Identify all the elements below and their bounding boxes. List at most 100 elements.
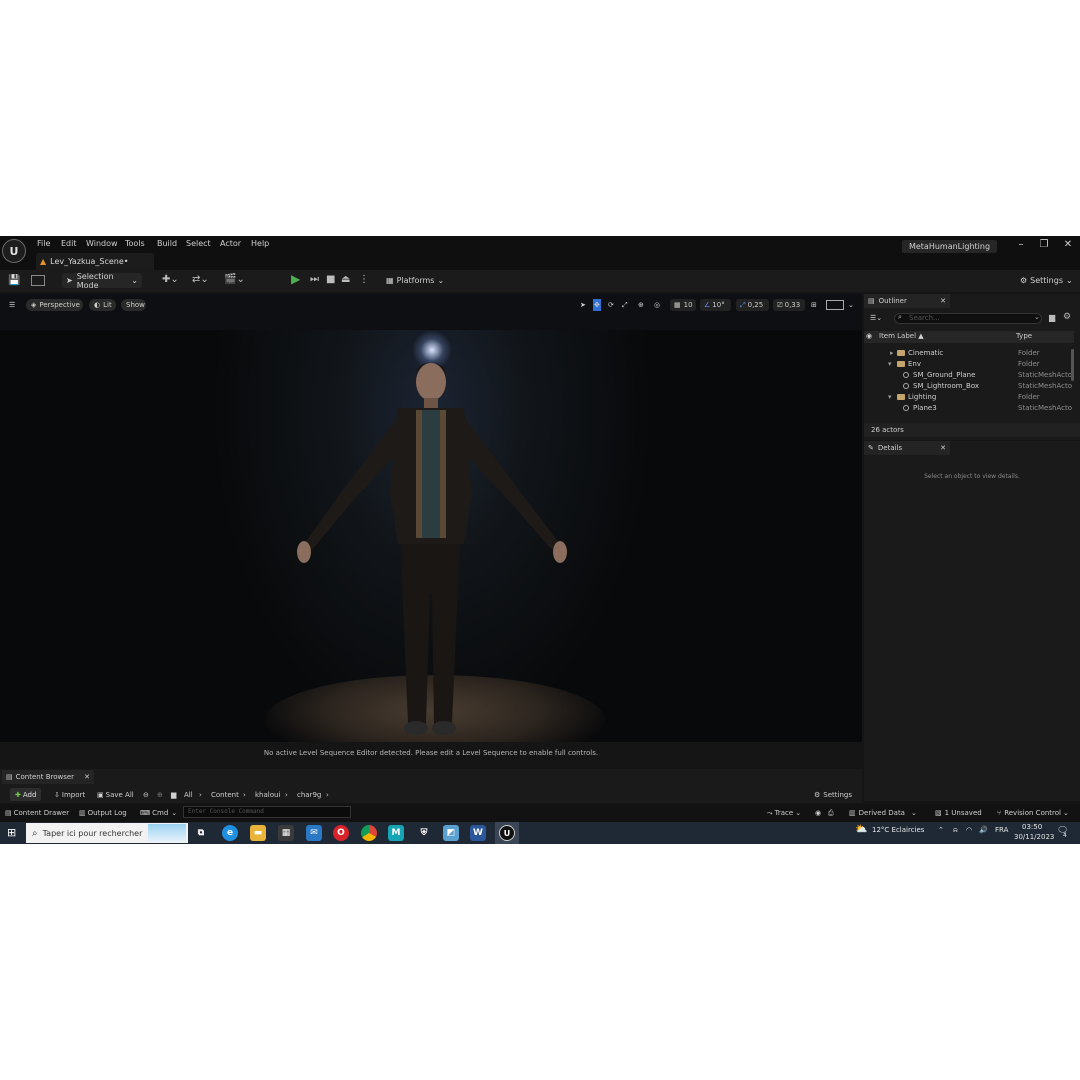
clock-date[interactable]: 30/11/2023: [1014, 833, 1054, 841]
chevron-up-icon[interactable]: ⌃: [938, 826, 944, 834]
outliner-scrollbar[interactable]: [1071, 349, 1074, 381]
outliner-row[interactable]: ▾ Lighting Folder: [864, 393, 1069, 404]
cinematics-icon[interactable]: 🎬⌄: [224, 274, 245, 285]
add-button[interactable]: ✚ Add: [10, 788, 42, 801]
hamburger-menu-icon[interactable]: ☰: [9, 299, 15, 311]
content-icon[interactable]: [31, 275, 45, 286]
network-icon[interactable]: ⍾: [953, 826, 958, 835]
add-actor-icon[interactable]: ✚⌄: [162, 274, 179, 285]
character-figure[interactable]: [280, 344, 590, 744]
translate-tool-icon[interactable]: ✥: [593, 299, 601, 311]
scene-render[interactable]: [0, 330, 862, 765]
menu-actor[interactable]: Actor: [220, 239, 241, 248]
layout-icon[interactable]: ⊞: [811, 299, 817, 311]
menu-window[interactable]: Window: [86, 239, 118, 248]
path-content[interactable]: Content: [211, 789, 239, 801]
perspective-button[interactable]: ◈ Perspective: [26, 299, 83, 311]
revision-control-button[interactable]: ⑂ Revision Control ⌄: [997, 807, 1069, 819]
menu-build[interactable]: Build: [157, 239, 177, 248]
clock-time[interactable]: 03:50: [1022, 823, 1042, 831]
screenshot-icon[interactable]: ⎙: [828, 807, 834, 819]
back-icon[interactable]: ⊖: [143, 789, 149, 801]
store-icon[interactable]: ▦: [278, 825, 294, 841]
import-button[interactable]: ⇩ Import: [54, 789, 85, 801]
volume-icon[interactable]: 🔊: [979, 826, 988, 834]
record-icon[interactable]: ◉: [815, 807, 821, 819]
console-input[interactable]: Enter Console Command: [183, 806, 351, 818]
select-tool-icon[interactable]: ➤: [580, 299, 586, 311]
path-khaloui[interactable]: khaloui: [255, 789, 280, 801]
path-all[interactable]: All: [184, 789, 193, 801]
surface-snap-icon[interactable]: ◎: [654, 299, 660, 311]
viewport-layout-icon[interactable]: [826, 300, 844, 310]
outliner-row[interactable]: SM_Ground_Plane StaticMeshActo: [864, 371, 1072, 382]
menu-select[interactable]: Select: [186, 239, 211, 248]
language-indicator[interactable]: FRA: [995, 826, 1008, 834]
content-browser-tab[interactable]: ▤ Content Browser ✕: [2, 770, 94, 784]
lit-button[interactable]: ◐ Lit: [89, 299, 116, 311]
menu-tools[interactable]: Tools: [125, 239, 145, 248]
opera-icon[interactable]: O: [333, 825, 349, 841]
settings-dropdown[interactable]: ⚙ Settings ⌄: [1016, 273, 1074, 288]
stop-icon[interactable]: ■: [326, 274, 335, 285]
folder-icon[interactable]: ▆: [171, 789, 176, 801]
step-icon[interactable]: ⏭: [310, 274, 319, 285]
grid-snap-button[interactable]: ▦ 10: [670, 299, 696, 311]
word-icon[interactable]: W: [470, 825, 486, 841]
wifi-icon[interactable]: ◠: [966, 826, 972, 834]
derived-data-button[interactable]: ▥ Derived Data ⌄: [849, 807, 917, 819]
rotate-tool-icon[interactable]: ⟳: [608, 299, 614, 311]
maximize-button[interactable]: ❐: [1037, 239, 1051, 250]
windows-start-icon[interactable]: ⊞: [7, 826, 16, 839]
outliner-row[interactable]: SM_Lightroom_Box StaticMeshActo: [864, 382, 1072, 393]
mail-icon[interactable]: ✉: [306, 825, 322, 841]
level-viewport[interactable]: ☰ ◈ Perspective ◐ Lit Show ➤ ✥ ⟳ ⤢ ⊕ ◎ ▦…: [0, 294, 862, 767]
scale-tool-icon[interactable]: ⤢: [622, 299, 628, 311]
outliner-row[interactable]: ▾ Env Folder: [864, 360, 1069, 371]
task-view-icon[interactable]: ⧉: [193, 825, 209, 841]
path-char9g[interactable]: char9g: [297, 789, 321, 801]
menu-edit[interactable]: Edit: [61, 239, 77, 248]
file-explorer-icon[interactable]: ▬: [250, 825, 266, 841]
outliner-row[interactable]: ▸ Cinematic Folder: [864, 349, 1069, 360]
save-icon[interactable]: 💾: [8, 275, 20, 286]
menu-file[interactable]: File: [37, 239, 50, 248]
blueprint-icon[interactable]: ⇄⌄: [192, 274, 209, 285]
outliner-row[interactable]: Plane3 StaticMeshActo: [864, 404, 1072, 415]
filter-icon[interactable]: ☰⌄: [870, 314, 882, 322]
chevron-down-icon[interactable]: ⌄: [848, 299, 854, 311]
collapse-icon[interactable]: ▾: [888, 360, 892, 368]
scale-snap-button[interactable]: ⤢ 0,25: [736, 299, 769, 311]
collapse-icon[interactable]: ▾: [888, 393, 892, 401]
forward-icon[interactable]: ⊕: [157, 789, 163, 801]
minimize-button[interactable]: –: [1014, 239, 1028, 250]
weather-text[interactable]: 12°C Eclaircies: [872, 826, 924, 834]
rotation-snap-button[interactable]: ∠ 10°: [700, 299, 731, 311]
expand-icon[interactable]: ▸: [890, 349, 894, 357]
close-icon[interactable]: ✕: [940, 444, 946, 452]
chevron-down-icon[interactable]: ⌄: [1034, 313, 1040, 321]
unreal-taskbar-icon[interactable]: U: [495, 822, 519, 844]
cmd-dropdown[interactable]: ⌨ Cmd ⌄: [140, 807, 177, 819]
platforms-dropdown[interactable]: ▦ Platforms ⌄: [382, 273, 444, 288]
menu-help[interactable]: Help: [251, 239, 269, 248]
chrome-icon[interactable]: [361, 825, 377, 841]
selection-mode-dropdown[interactable]: ➤ Selection Mode ⌄: [62, 272, 142, 290]
item-label-column[interactable]: Item Label ▲: [879, 332, 924, 340]
edge-icon[interactable]: e: [222, 825, 238, 841]
content-settings-button[interactable]: ⚙ Settings: [814, 789, 852, 801]
content-drawer-button[interactable]: ▤ Content Drawer: [5, 807, 69, 819]
show-button[interactable]: Show: [121, 299, 146, 311]
level-tab[interactable]: ▲ Lev_Yazkua_Scene•: [36, 253, 154, 270]
unsaved-button[interactable]: ▧ 1 Unsaved: [935, 807, 982, 819]
security-shield-icon[interactable]: ⛨: [416, 825, 432, 841]
unreal-logo-icon[interactable]: U: [2, 239, 26, 263]
camera-speed-button[interactable]: ⎚ 0,33: [773, 299, 805, 311]
save-all-button[interactable]: ▣ Save All: [97, 789, 134, 801]
world-space-icon[interactable]: ⊕: [638, 299, 644, 311]
close-icon[interactable]: ✕: [84, 773, 90, 781]
app-icon[interactable]: ◩: [443, 825, 459, 841]
eject-icon[interactable]: ⏏: [341, 274, 350, 285]
close-icon[interactable]: ✕: [940, 297, 946, 305]
details-tab[interactable]: ✎ Details ✕: [864, 441, 950, 455]
